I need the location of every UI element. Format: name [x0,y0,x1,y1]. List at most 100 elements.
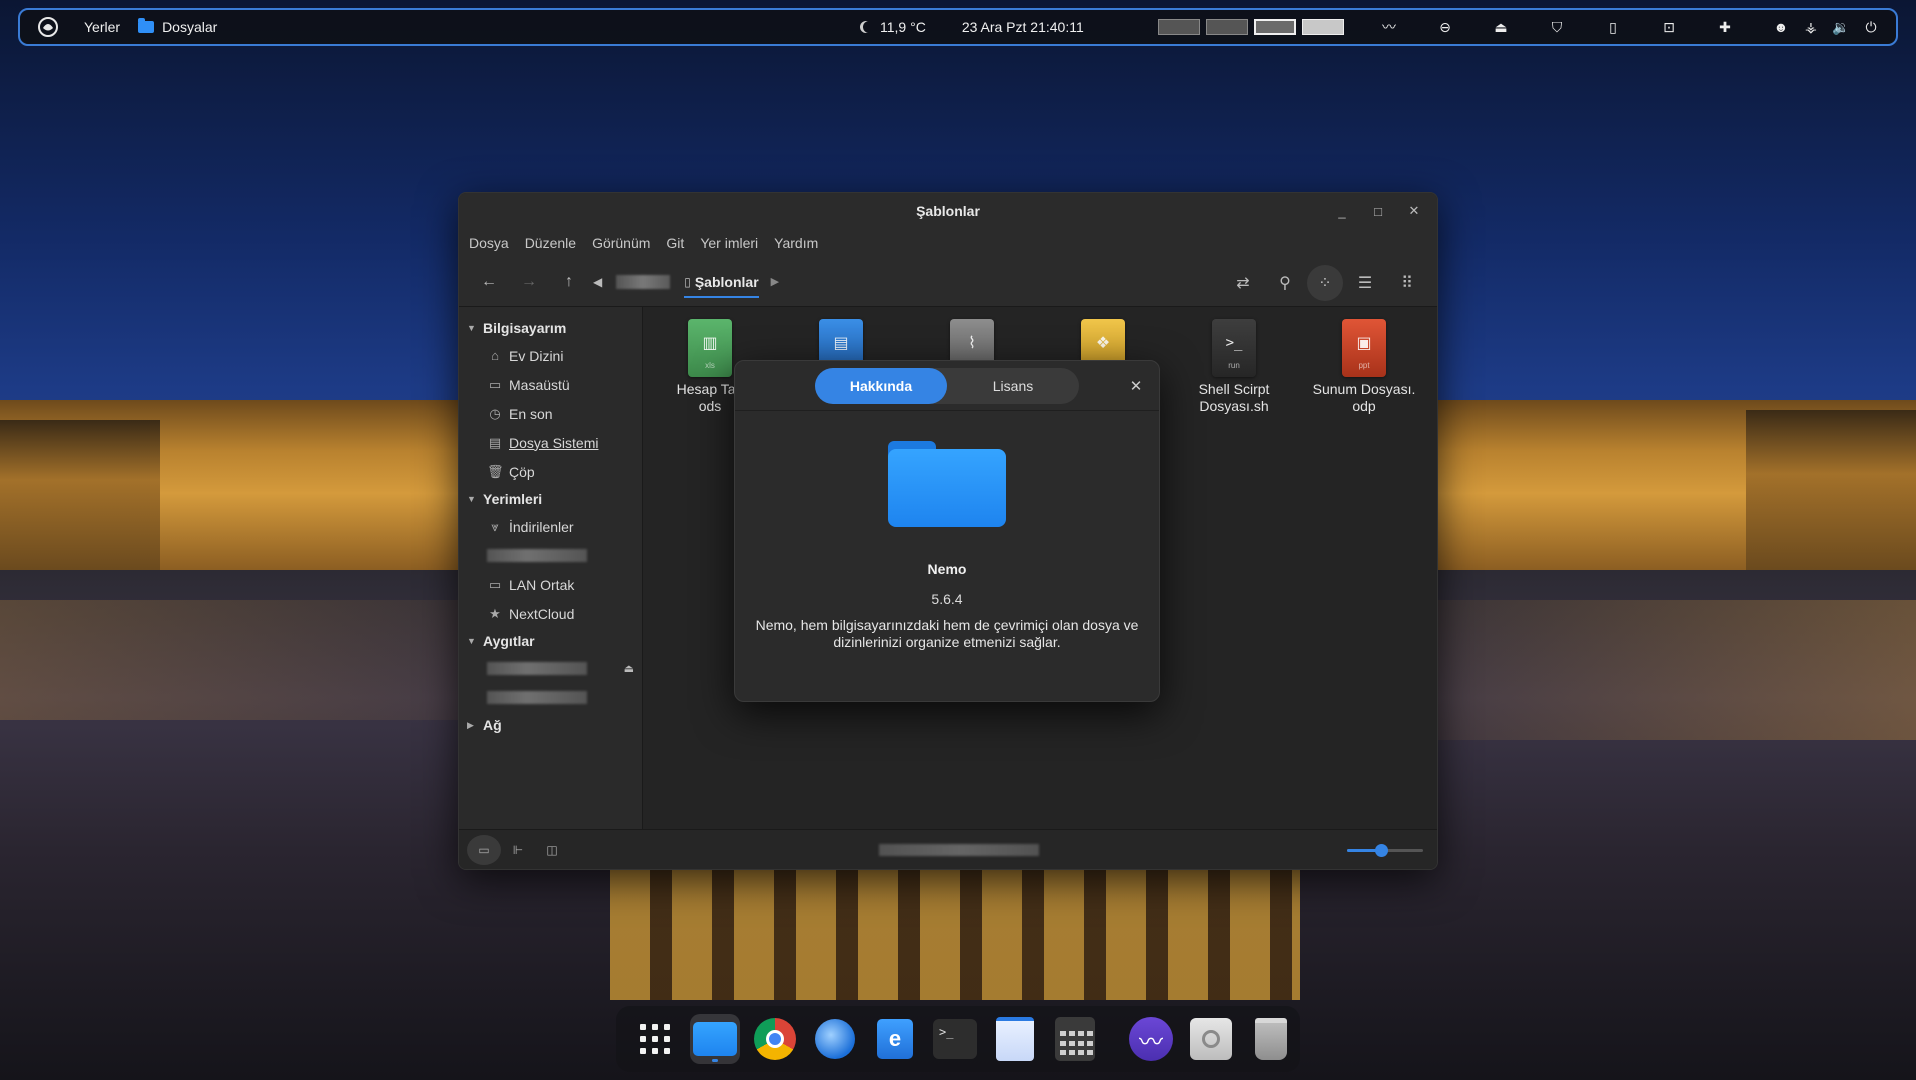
calculator-icon[interactable] [1050,1014,1100,1064]
sidebar-item-recent[interactable]: ◷ En son [459,399,642,428]
sidebar-item-blurred-bookmark[interactable] [459,541,642,570]
clock-weather-area[interactable]: 11,9 °C 23 Ara Pzt 21:40:11 [860,19,1084,35]
sidebar-item-nextcloud[interactable]: ★ NextCloud [459,599,642,628]
sidebar-item-filesystem[interactable]: ▤ Dosya Sistemi [459,428,642,457]
files-icon[interactable] [690,1014,740,1064]
spreadsheet-icon: ▥ xls [688,319,732,377]
menu-file[interactable]: Dosya [469,235,509,251]
weather-indicator[interactable]: 11,9 °C [860,19,926,35]
compact-view-button[interactable]: ⠿ [1387,266,1427,300]
tab-license[interactable]: Lisans [947,368,1079,404]
sidebar-item-label: LAN Ortak [509,576,575,593]
app-version: 5.6.4 [931,591,963,607]
expanded-arrow-icon: ▼ [467,323,476,333]
document-icon: ▯ [684,274,691,289]
extension-icon[interactable]: ✚ [1710,13,1740,41]
app-description: Nemo, hem bilgisayarınızdaki hem de çevr… [755,617,1139,650]
thunderbird-icon[interactable] [810,1014,860,1064]
menu-edit[interactable]: Düzenle [525,235,576,251]
places-menu[interactable]: Yerler [84,19,120,35]
about-content: Nemo 5.6.4 Nemo, hem bilgisayarınızdaki … [735,411,1159,651]
sidebar-header-label: Yerimleri [483,491,543,507]
software-store-icon[interactable]: e [870,1014,920,1064]
tab-about[interactable]: Hakkında [815,367,947,404]
sidebar-item-trash[interactable]: 🗑 Çöp [459,457,642,486]
file-item[interactable]: ▣ ppt Sunum Dosyası. odp [1309,319,1419,415]
sidebar-item-home[interactable]: ⌂ Ev Dizini [459,341,642,370]
collapsed-arrow-icon: ▶ [467,719,474,730]
window-titlebar[interactable]: Şablonlar _ □ ✕ [459,193,1437,229]
maximize-button[interactable]: □ [1363,199,1393,223]
sidebar-item-device-2[interactable] [459,683,642,712]
power-icon[interactable]: ⏻ [1856,13,1886,41]
expanded-arrow-icon: ▼ [467,494,476,504]
sidebar-item-lan-share[interactable]: ▭ LAN Ortak [459,570,642,599]
wave-icon[interactable]: 〰 [1374,13,1404,41]
app-grid-icon[interactable] [630,1014,680,1064]
eject-icon[interactable]: ⏏ [1486,13,1516,41]
wallpaper-reflection-right [1396,600,1916,740]
keyboard-icon[interactable]: ⊡ [1654,13,1684,41]
about-dialog: Hakkında Lisans ✕ Nemo 5.6.4 Nemo, hem b… [734,360,1160,702]
workspace-4[interactable] [1302,19,1344,35]
sidebar-item-device-1[interactable]: ⏏ [459,654,642,683]
sidebar-item-label: İndirilenler [509,518,574,535]
clipboard-icon[interactable]: ▯ [1598,13,1628,41]
breadcrumb-current-label: Şablonlar [694,273,759,290]
toggle-location-icon[interactable]: ⇄ [1223,266,1263,300]
clock-datetime[interactable]: 23 Ara Pzt 21:40:11 [962,19,1084,35]
sidebar-header-label: Ağ [483,717,502,733]
zoom-slider-handle[interactable] [1375,844,1389,857]
up-button[interactable]: ↑ [549,265,589,299]
close-icon[interactable]: ✕ [1123,373,1149,399]
workspace-1[interactable] [1158,19,1200,35]
distro-logo-icon[interactable] [30,10,66,44]
breadcrumb-parent-blurred[interactable] [616,274,671,289]
file-name-line2: Dosyası.sh [1199,398,1269,414]
menu-go[interactable]: Git [666,235,684,251]
forward-button[interactable]: → [509,265,549,299]
sidebar-item-desktop[interactable]: ▭ Masaüstü [459,370,642,399]
wave-app-icon[interactable]: 〰 [1126,1014,1176,1064]
icon-view-button[interactable]: ⁘ [1307,265,1343,301]
chrome-icon[interactable] [750,1014,800,1064]
sidebar-section-bookmarks[interactable]: ▼ Yerimleri [459,486,642,512]
terminal-icon[interactable]: >_ [930,1014,980,1064]
expanded-arrow-icon: ▼ [467,636,476,646]
breadcrumb-scroll-right-icon[interactable]: ▶ [771,275,779,288]
disk-icon[interactable] [1186,1014,1236,1064]
breadcrumb-scroll-left-icon[interactable]: ◀ [593,275,602,289]
trash-icon: 🗑 [487,463,504,479]
trash-icon[interactable] [1246,1014,1296,1064]
list-view-button[interactable]: ☰ [1345,266,1385,300]
sidebar-section-devices[interactable]: ▼ Aygıtlar [459,628,642,654]
system-tray: 〰 ⊖ ⏏ ⛉ ▯ ⊡ ✚ ☻ ⚶ 🔉 ⏻ [1374,13,1886,41]
menu-dots-icon[interactable]: ⊖ [1430,13,1460,41]
show-tree-button[interactable]: ⊩ [501,835,535,865]
volume-icon[interactable]: 🔉 [1826,13,1856,41]
network-icon[interactable]: ⚶ [1796,13,1826,41]
menu-help[interactable]: Yardım [774,235,818,251]
hide-sidebar-button[interactable]: ◫ [535,835,569,865]
cat-icon[interactable]: ☻ [1766,13,1796,41]
sidebar-item-label: Masaüstü [509,376,570,393]
breadcrumb-current[interactable]: ▯ Şablonlar [684,273,759,298]
minimize-button[interactable]: _ [1327,199,1357,223]
close-window-button[interactable]: ✕ [1399,199,1429,223]
menu-view[interactable]: Görünüm [592,235,650,251]
writer-icon[interactable] [990,1014,1040,1064]
back-button[interactable]: ← [469,265,509,299]
eject-icon[interactable]: ⏏ [624,662,634,675]
search-icon[interactable]: ⚲ [1265,266,1305,300]
menu-bookmarks[interactable]: Yer imleri [700,235,758,251]
sidebar-section-computer[interactable]: ▼ Bilgisayarım [459,315,642,341]
sidebar-item-downloads[interactable]: ⩔ İndirilenler [459,512,642,541]
sidebar-section-network[interactable]: ▶ Ağ [459,712,642,738]
show-places-button[interactable]: ▭ [467,834,501,865]
active-app-menu[interactable]: Dosyalar [138,18,217,35]
workspace-3[interactable] [1254,19,1296,35]
workspace-2[interactable] [1206,19,1248,35]
zoom-slider[interactable] [1347,844,1423,857]
file-item[interactable]: >_ run Shell Scirpt Dosyası.sh [1179,319,1289,415]
shield-icon[interactable]: ⛉ [1542,13,1572,41]
